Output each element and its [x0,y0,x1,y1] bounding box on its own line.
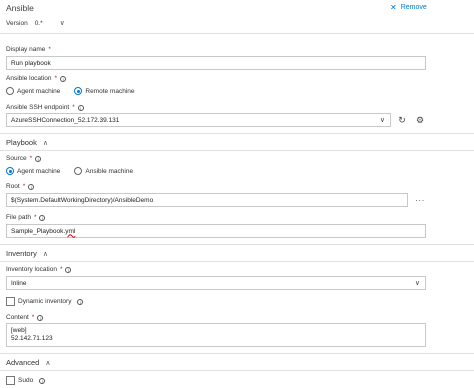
content-label-row: Content * i [6,314,44,321]
remove-label: Remove [400,4,427,11]
chevron-up-icon: ∧ [42,139,48,147]
required-marker: * [31,314,35,321]
radio-selected-icon [6,167,14,175]
chevron-down-icon: ∨ [414,280,420,287]
content-label: Content [6,314,29,321]
chevron-down-icon: ∨ [379,117,385,124]
required-marker: * [29,155,33,162]
root-field[interactable]: $(System.DefaultWorkingDirectory)/Ansibl… [6,193,408,207]
advanced-section-header[interactable]: Advanced ∧ [6,358,50,367]
info-icon[interactable]: i [28,183,35,190]
ansible-location-options: Agent machine Remote machine [6,87,135,95]
divider [0,261,474,262]
playbook-section-header[interactable]: Playbook ∧ [6,138,48,147]
info-icon[interactable]: i [77,104,84,111]
info-icon[interactable]: i [77,298,84,305]
divider [0,244,474,245]
divider [0,353,474,354]
checkbox-icon [6,297,15,306]
file-path-extension: yml [65,227,76,235]
source-label-row: Source * i [6,155,42,162]
chevron-up-icon: ∧ [42,250,48,258]
inventory-location-label: Inventory location [6,266,57,273]
version-selector[interactable]: Version 0.* ∨ [6,19,65,28]
chevron-up-icon: ∧ [45,359,51,367]
radio-circle-icon [74,167,83,175]
file-path-label-row: File path * i [6,214,46,221]
source-options: Agent machine Ansible machine [6,167,133,175]
file-path-label: File path [6,214,31,221]
inventory-location-value: Inline [11,279,27,287]
ssh-endpoint-select[interactable]: AzureSSHConnection_52.172.39.131 ∨ [6,113,391,127]
ansible-location-label-row: Ansible location * i [6,75,67,82]
ansible-location-agent-radio[interactable]: Agent machine [6,87,60,95]
required-marker: * [22,183,26,190]
sudo-checkbox[interactable]: Sudo i [6,376,46,385]
required-marker: * [54,75,58,82]
info-icon[interactable]: i [37,314,44,321]
inventory-location-select[interactable]: Inline ∨ [6,276,426,290]
sudo-label: Sudo [18,377,34,384]
required-marker: * [59,266,63,273]
required-marker: * [33,214,37,221]
required-marker: * [48,46,51,53]
ssh-endpoint-label-row: Ansible SSH endpoint * i [6,104,84,111]
divider [0,33,474,34]
info-icon[interactable]: i [35,155,42,162]
source-agent-radio[interactable]: Agent machine [6,167,60,175]
info-icon[interactable]: i [39,214,46,221]
required-marker: * [72,104,75,111]
divider [0,150,474,151]
chevron-down-icon: ∨ [59,20,65,27]
file-path-value: Sample_Playbook. [11,227,66,235]
close-icon: ✕ [390,3,397,12]
ansible-location-label: Ansible location [6,75,52,82]
section-title: Advanced [6,358,40,367]
checkbox-icon [6,376,15,385]
ansible-location-remote-radio[interactable]: Remote machine [74,87,135,95]
radio-circle-icon [6,87,14,95]
radio-label: Agent machine [17,87,61,95]
section-title: Playbook [6,138,37,147]
dynamic-inventory-checkbox[interactable]: Dynamic inventory i [6,297,84,306]
source-ansible-radio[interactable]: Ansible machine [74,167,133,175]
radio-selected-icon [74,87,83,95]
ssh-endpoint-value: AzureSSHConnection_52.172.39.131 [11,116,120,124]
info-icon[interactable]: i [39,377,46,384]
divider [0,370,474,371]
display-name-label: Display name [6,46,46,53]
browse-ellipsis-icon[interactable]: ··· [413,193,427,207]
gear-icon[interactable]: ⚙ [413,113,427,127]
ssh-endpoint-label: Ansible SSH endpoint [6,104,70,111]
info-icon[interactable]: i [60,75,67,82]
inventory-section-header[interactable]: Inventory ∧ [6,249,48,258]
radio-label: Ansible machine [85,167,134,175]
version-label: Version [6,19,28,27]
file-path-field[interactable]: Sample_Playbook. yml [6,224,426,238]
section-title: Inventory [6,249,37,258]
version-value: 0.* [34,19,43,27]
source-label: Source [6,155,27,162]
display-name-label-row: Display name * [6,46,51,53]
radio-label: Agent machine [17,167,61,175]
dynamic-inventory-label: Dynamic inventory [18,298,72,305]
remove-button[interactable]: ✕ Remove [390,3,427,12]
inventory-location-label-row: Inventory location * i [6,266,72,273]
refresh-icon[interactable]: ↻ [395,113,409,127]
root-label-row: Root * i [6,183,35,190]
root-label: Root [6,183,20,190]
content-textarea[interactable]: [web] 52.142.71.123 [6,323,426,347]
divider [0,133,474,134]
task-title: Ansible [6,3,34,13]
display-name-field[interactable]: Run playbook [6,56,426,70]
radio-label: Remote machine [85,87,135,95]
info-icon[interactable]: i [65,266,72,273]
